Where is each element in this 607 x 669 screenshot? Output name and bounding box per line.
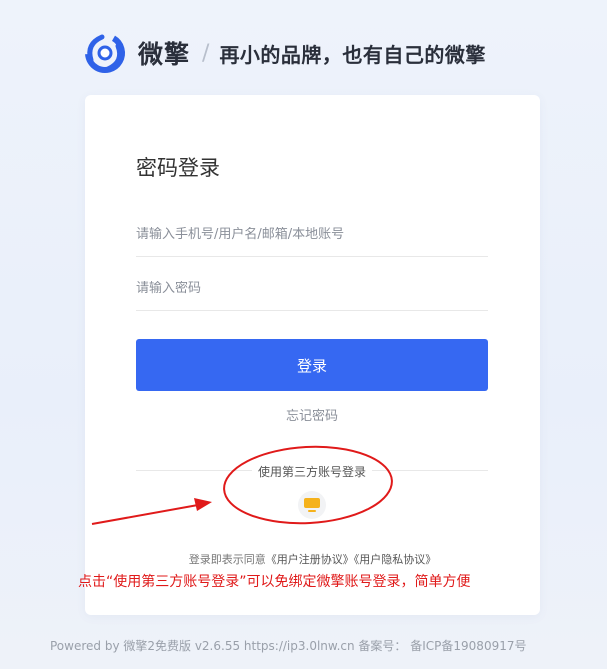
weiqing-logo-icon (85, 33, 125, 73)
agreement-prefix: 登录即表示同意 (188, 553, 266, 566)
third-party-login-button[interactable] (298, 491, 326, 519)
agreement-text: 登录即表示同意《用户注册协议》《用户隐私协议》 (85, 551, 540, 567)
brand-name: 微擎 (138, 40, 191, 69)
password-field (136, 267, 488, 311)
brand-header: 微擎 / 再小的品牌，也有自己的微擎 (82, 30, 486, 76)
privacy-link[interactable]: 《用户隐私协议》 (354, 553, 437, 566)
login-title: 密码登录 (136, 156, 220, 180)
footer-text: Powered by 微擎2免费版 v2.6.55 https://ip3.0l… (50, 639, 527, 653)
brand-separator: / (202, 40, 210, 66)
password-input[interactable] (136, 281, 488, 296)
username-input[interactable] (136, 227, 488, 242)
third-party-title: 使用第三方账号登录 (136, 463, 488, 480)
forgot-password-link[interactable]: 忘记密码 (136, 405, 488, 424)
annotation-note: 点击“使用第三方账号登录”可以免绑定微擎账号登录，简单方便 (78, 574, 471, 590)
login-card: 密码登录 登录 忘记密码 使用第三方账号登录 登录即表示同意《用户注册协议》《用… (85, 95, 540, 615)
username-field (136, 213, 488, 257)
third-party-title-text: 使用第三方账号登录 (251, 465, 372, 479)
brand-slogan: 再小的品牌，也有自己的微擎 (219, 42, 486, 67)
monitor-icon (304, 498, 320, 512)
login-button[interactable]: 登录 (136, 339, 488, 391)
terms-link[interactable]: 《用户注册协议》 (266, 553, 354, 566)
